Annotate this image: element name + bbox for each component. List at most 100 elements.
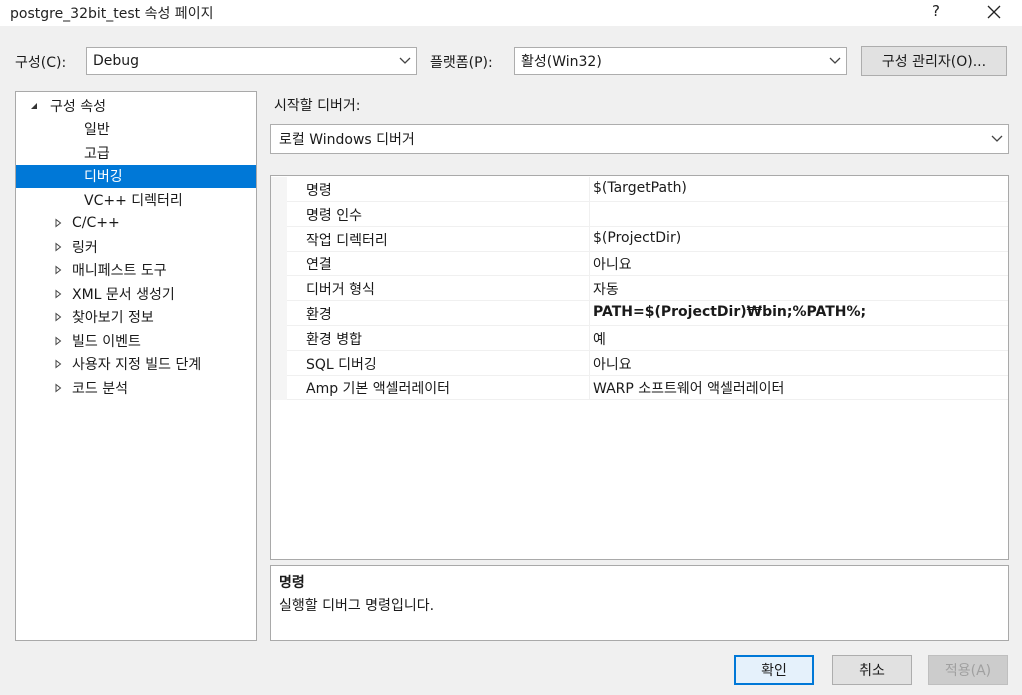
- property-row[interactable]: Amp 기본 액셀러레이터 WARP 소프트웨어 액셀러레이터: [271, 375, 1008, 401]
- collapsed-triangle-icon[interactable]: [52, 264, 64, 276]
- collapsed-triangle-icon[interactable]: [52, 358, 64, 370]
- property-value[interactable]: $(TargetPath): [593, 180, 687, 196]
- column-divider: [589, 226, 590, 252]
- tree-item[interactable]: 일반: [16, 118, 256, 141]
- help-button[interactable]: ?: [924, 2, 948, 24]
- expanded-triangle-icon[interactable]: [28, 100, 40, 112]
- property-name: Amp 기본 액셀러레이터: [306, 381, 451, 398]
- tree-item-label: 매니페스트 도구: [72, 263, 167, 279]
- tree-item-label: 구성 속성: [50, 98, 106, 115]
- tree-item[interactable]: 디버깅: [16, 164, 256, 188]
- collapsed-triangle-icon[interactable]: [52, 241, 64, 253]
- property-row[interactable]: SQL 디버깅 아니요: [271, 350, 1008, 376]
- tree-item[interactable]: 매니페스트 도구: [16, 259, 256, 282]
- property-value[interactable]: $(ProjectDir): [593, 230, 681, 246]
- column-divider: [589, 350, 590, 376]
- row-gutter: [271, 276, 287, 302]
- property-tree: 구성 속성일반고급디버깅 VC++ 디렉터리 C/C++ 링커매니페스트 도구 XML …: [15, 91, 257, 641]
- property-name: 환경: [306, 307, 332, 323]
- close-button[interactable]: [980, 0, 1008, 24]
- property-name: 작업 디렉터리: [306, 232, 388, 249]
- property-value[interactable]: 예: [593, 329, 606, 349]
- tree-item-label: XML 문서 생성기: [72, 286, 175, 303]
- tree-item-label: VC++ 디렉터리: [84, 192, 183, 209]
- tree-item-label: 사용자 지정 빌드 단계: [72, 357, 202, 373]
- property-row[interactable]: 연결 아니요: [271, 251, 1008, 277]
- column-divider: [589, 251, 590, 277]
- row-gutter: [271, 301, 287, 326]
- chevron-down-icon: [986, 125, 1008, 153]
- property-value[interactable]: 아니요: [593, 254, 632, 274]
- ok-button[interactable]: 확인: [734, 655, 814, 685]
- debugger-dropdown[interactable]: 로컬 Windows 디버거: [270, 124, 1009, 154]
- tree-item[interactable]: 코드 분석: [16, 376, 256, 399]
- property-name: 디버거 형식: [306, 282, 375, 299]
- tree-item-label: C/C++: [72, 215, 120, 231]
- property-row[interactable]: 디버거 형식 자동: [271, 276, 1008, 302]
- property-row[interactable]: 명령 $(TargetPath): [271, 177, 1008, 202]
- property-name: 환경 병합: [306, 331, 362, 348]
- property-name: SQL 디버깅: [306, 356, 377, 373]
- property-value[interactable]: 자동: [593, 279, 619, 299]
- cancel-button[interactable]: 취소: [832, 655, 912, 685]
- property-name: 명령 인수: [306, 207, 362, 224]
- property-name: 명령: [306, 183, 332, 199]
- platform-dropdown[interactable]: 활성(Win32): [514, 47, 847, 75]
- property-grid: 명령 $(TargetPath) 명령 인수작업 디렉터리 $(ProjectDir)…: [270, 175, 1009, 560]
- chevron-down-icon: [824, 48, 846, 74]
- chevron-down-icon: [394, 48, 416, 74]
- tree-item[interactable]: 사용자 지정 빌드 단계: [16, 353, 256, 376]
- property-value[interactable]: WARP 소프트웨어 액셀러레이터: [593, 378, 784, 398]
- debugger-value: 로컬 Windows 디버거: [279, 132, 415, 148]
- column-divider: [589, 201, 590, 227]
- config-label: 구성(C):: [15, 55, 67, 71]
- row-gutter: [271, 325, 287, 351]
- debugger-label: 시작할 디버거:: [274, 98, 361, 114]
- tree-item-label: 링커: [72, 239, 98, 256]
- tree-item-label: 코드 분석: [72, 380, 128, 397]
- row-gutter: [271, 201, 287, 227]
- tree-item[interactable]: 찾아보기 정보: [16, 306, 256, 329]
- tree-item[interactable]: 링커: [16, 235, 256, 258]
- collapsed-triangle-icon[interactable]: [52, 288, 64, 300]
- tree-item[interactable]: C/C++: [16, 212, 256, 235]
- collapsed-triangle-icon[interactable]: [52, 311, 64, 323]
- property-row[interactable]: 환경 병합 예: [271, 325, 1008, 351]
- tree-item[interactable]: XML 문서 생성기: [16, 282, 256, 305]
- description-title: 명령: [279, 575, 305, 591]
- tree-item-label: 고급: [84, 145, 110, 162]
- property-value[interactable]: PATH=$(ProjectDir)₩bin;%PATH%;: [593, 304, 866, 320]
- row-gutter: [271, 350, 287, 376]
- row-gutter: [271, 251, 287, 277]
- platform-value: 활성(Win32): [521, 54, 602, 70]
- collapsed-triangle-icon[interactable]: [52, 335, 64, 347]
- property-row[interactable]: 작업 디렉터리 $(ProjectDir): [271, 226, 1008, 252]
- property-value[interactable]: 아니요: [593, 354, 632, 374]
- tree-item[interactable]: 구성 속성: [16, 94, 256, 117]
- config-dropdown[interactable]: Debug: [86, 47, 417, 75]
- tree-item-label: 일반: [84, 122, 110, 138]
- window-title: postgre_32bit_test 속성 페이지: [10, 6, 214, 22]
- column-divider: [589, 177, 590, 202]
- apply-button[interactable]: 적용(A): [928, 655, 1008, 685]
- collapsed-triangle-icon[interactable]: [52, 217, 64, 229]
- row-gutter: [271, 226, 287, 252]
- config-manager-button[interactable]: 구성 관리자(O)...: [861, 46, 1007, 76]
- column-divider: [589, 375, 590, 401]
- column-divider: [589, 325, 590, 351]
- tree-item[interactable]: 빌드 이벤트: [16, 329, 256, 352]
- tree-item[interactable]: VC++ 디렉터리: [16, 188, 256, 211]
- row-gutter: [271, 177, 287, 202]
- property-row[interactable]: 명령 인수: [271, 201, 1008, 227]
- tree-item[interactable]: 고급: [16, 141, 256, 164]
- tree-item-label: 찾아보기 정보: [72, 310, 154, 326]
- property-row[interactable]: 환경 PATH=$(ProjectDir)₩bin;%PATH%;: [271, 301, 1008, 326]
- tree-item-label: 빌드 이벤트: [72, 333, 141, 350]
- platform-label: 플랫폼(P):: [430, 55, 493, 71]
- collapsed-triangle-icon[interactable]: [52, 382, 64, 394]
- description-text: 실행할 디버그 명령입니다.: [279, 598, 435, 614]
